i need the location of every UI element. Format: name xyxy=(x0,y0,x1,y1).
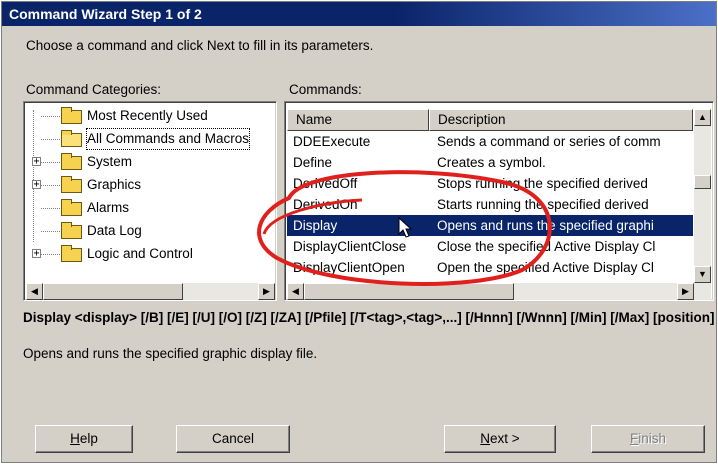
tree-item-label: System xyxy=(87,154,133,169)
list-vertical-scrollbar[interactable]: ▲ ▼ xyxy=(694,109,711,283)
scroll-thumb[interactable] xyxy=(694,175,711,189)
tree-item[interactable]: + Graphics xyxy=(27,174,272,196)
commands-list[interactable]: Name Description DDEExecute Sends a comma… xyxy=(284,101,714,301)
scroll-thumb[interactable] xyxy=(43,283,183,300)
command-row[interactable]: DisplayClientClose Close the specified Ac… xyxy=(287,236,693,257)
finish-button[interactable]: Finish xyxy=(591,425,705,453)
list-horizontal-scrollbar[interactable]: ◀ ▶ xyxy=(287,283,711,300)
folder-icon xyxy=(61,245,82,262)
open-folder-icon xyxy=(61,130,82,147)
tree-item[interactable]: + Logic and Control xyxy=(27,243,272,265)
scroll-left-button[interactable]: ◀ xyxy=(26,283,43,300)
help-button-rest: elp xyxy=(79,431,98,446)
command-description: Creates a symbol. xyxy=(437,155,546,170)
expand-icon[interactable]: + xyxy=(32,180,41,190)
scroll-thumb[interactable] xyxy=(304,283,514,300)
scroll-right-button[interactable]: ▶ xyxy=(677,283,694,300)
command-row[interactable]: DerivedOff Stops running the specified de… xyxy=(287,173,693,194)
tree-item-label: Alarms xyxy=(87,200,130,215)
tree-item[interactable]: + System xyxy=(27,151,272,173)
mouse-pointer-icon xyxy=(398,217,413,238)
tree-horizontal-scrollbar[interactable]: ◀ ▶ xyxy=(26,283,275,300)
command-row[interactable]: DerivedOn Starts running the specified de… xyxy=(287,194,693,215)
expand-icon[interactable]: + xyxy=(32,249,41,259)
command-row[interactable]: DDEExecute Sends a command or series of c… xyxy=(287,131,693,152)
help-button[interactable]: Help xyxy=(35,425,133,453)
finish-button-rest: inish xyxy=(638,431,666,446)
command-row[interactable]: DisplayClientOpen Open the specified Acti… xyxy=(287,257,693,278)
command-row[interactable]: Display Opens and runs the specified grap… xyxy=(287,215,693,236)
tree-connector xyxy=(41,254,60,255)
command-row[interactable]: Define Creates a symbol. xyxy=(287,152,693,173)
tree-connector xyxy=(41,185,60,186)
command-name: DisplayClientClose xyxy=(293,239,407,254)
folder-icon xyxy=(61,107,82,124)
scroll-left-button[interactable]: ◀ xyxy=(287,283,304,300)
command-syntax: Display <display> [/B] [/E] [/U] [/O] [/… xyxy=(23,310,715,325)
window-title: Command Wizard Step 1 of 2 xyxy=(2,2,716,26)
tree-item-label: Logic and Control xyxy=(87,246,193,261)
command-description: Starts running the specified derived xyxy=(437,197,649,212)
command-name: DerivedOn xyxy=(293,197,358,212)
command-description: Opens and runs the specified graphic dis… xyxy=(23,346,318,361)
category-tree[interactable]: Most Recently Used All Commands and Macro… xyxy=(23,101,277,301)
command-name: DerivedOff xyxy=(293,176,358,191)
command-description: Close the specified Active Display Cl xyxy=(437,239,656,254)
command-wizard-window: Command Wizard Step 1 of 2 Choose a comm… xyxy=(1,1,717,463)
tree-item-label: Most Recently Used xyxy=(87,108,208,123)
tree-connector xyxy=(41,162,60,163)
column-header-description[interactable]: Description xyxy=(429,109,693,131)
next-button-rest: ext > xyxy=(490,431,520,446)
tree-item[interactable]: Alarms xyxy=(27,197,272,219)
command-description: Stops running the specified derived xyxy=(437,176,648,191)
commands-label: Commands: xyxy=(289,82,362,97)
tree-connector xyxy=(41,116,60,117)
tree-item-label: Data Log xyxy=(87,223,142,238)
command-description: Sends a command or series of comm xyxy=(437,134,661,149)
categories-label: Command Categories: xyxy=(26,82,162,97)
scroll-down-button[interactable]: ▼ xyxy=(694,266,711,283)
command-description: Opens and runs the specified graphi xyxy=(437,218,654,233)
tree-item-label: All Commands and Macros xyxy=(86,128,251,150)
tree-item[interactable]: Data Log xyxy=(27,220,272,242)
command-description: Open the specified Active Display Cl xyxy=(437,260,654,275)
command-name: Define xyxy=(293,155,333,170)
tree-item[interactable]: Most Recently Used xyxy=(27,105,272,127)
next-button[interactable]: Next > xyxy=(444,425,556,453)
folder-icon xyxy=(61,222,82,239)
instruction-text: Choose a command and click Next to fill … xyxy=(26,38,374,53)
scroll-up-button[interactable]: ▲ xyxy=(694,109,711,126)
folder-icon xyxy=(61,199,82,216)
scroll-right-button[interactable]: ▶ xyxy=(258,283,275,300)
tree-connector xyxy=(41,139,60,140)
cancel-button[interactable]: Cancel xyxy=(176,425,290,453)
tree-item-label: Graphics xyxy=(87,177,142,192)
column-header-name[interactable]: Name xyxy=(287,109,429,131)
tree-item[interactable]: All Commands and Macros xyxy=(27,128,272,150)
tree-connector xyxy=(41,231,60,232)
command-name: DisplayClientOpen xyxy=(293,260,405,275)
command-name: DDEExecute xyxy=(293,134,371,149)
expand-icon[interactable]: + xyxy=(32,157,41,167)
folder-icon xyxy=(61,153,82,170)
folder-icon xyxy=(61,176,82,193)
tree-connector xyxy=(41,208,60,209)
